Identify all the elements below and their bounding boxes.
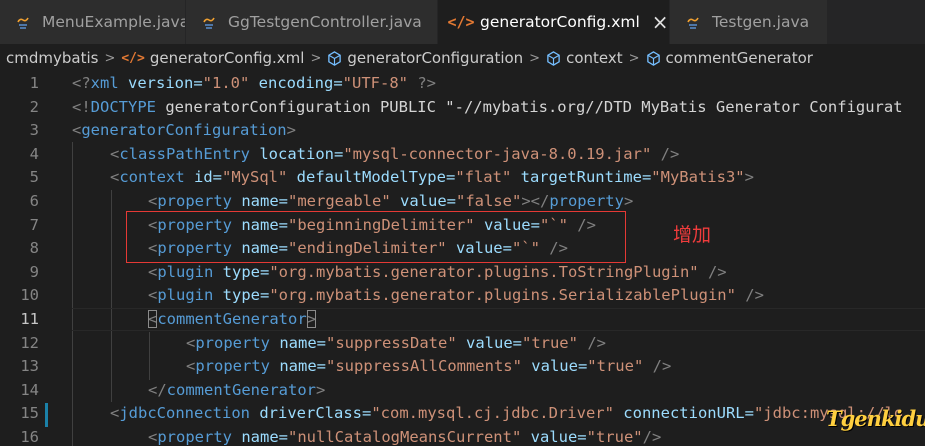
line-number: 9 bbox=[29, 262, 39, 281]
java-file-icon bbox=[198, 11, 220, 33]
tab-label: Testgen.java bbox=[712, 13, 810, 31]
code-text: <commentGenerator> bbox=[148, 310, 316, 328]
tab-label: MenuExample.java bbox=[42, 13, 186, 31]
editor-tab-bar: MenuExample.java GgTestgenController.jav… bbox=[0, 0, 925, 44]
chevron-right-icon: > bbox=[628, 50, 640, 66]
code-line: 1 <?xml version="1.0" encoding="UTF-8" ?… bbox=[0, 72, 925, 96]
line-number: 5 bbox=[29, 168, 39, 187]
breadcrumb-element[interactable]: commentGenerator bbox=[646, 49, 813, 67]
line-number: 6 bbox=[29, 192, 39, 210]
code-text: <generatorConfiguration> bbox=[72, 121, 296, 140]
xml-file-icon: </> bbox=[447, 13, 475, 31]
tab-testgen[interactable]: Testgen.java bbox=[670, 0, 828, 44]
code-line: 10 <plugin type="org.mybatis.generator.p… bbox=[0, 284, 925, 308]
line-number: 4 bbox=[29, 144, 39, 163]
watermark-logo: Tgenkidu bbox=[826, 406, 925, 431]
breadcrumb-folder[interactable]: cmdmybatis bbox=[6, 49, 98, 67]
code-text: <plugin type="org.mybatis.generator.plug… bbox=[148, 286, 764, 305]
chevron-right-icon: > bbox=[104, 50, 116, 66]
code-line: 15 <jdbcConnection driverClass="com.mysq… bbox=[0, 402, 925, 426]
line-number: 16 bbox=[20, 428, 39, 446]
symbol-element-icon bbox=[646, 50, 661, 66]
annotation-highlight-box bbox=[126, 211, 626, 263]
code-text: <jdbcConnection driverClass="com.mysql.c… bbox=[110, 404, 904, 423]
line-number: 12 bbox=[20, 333, 39, 352]
annotation-label: 增加 bbox=[673, 224, 712, 246]
code-text: <!DOCTYPE generatorConfiguration PUBLIC … bbox=[72, 97, 903, 116]
code-line: 2 <!DOCTYPE generatorConfiguration PUBLI… bbox=[0, 96, 925, 120]
code-line: 9 <plugin type="org.mybatis.generator.pl… bbox=[0, 261, 925, 285]
code-line: 3 <generatorConfiguration> bbox=[0, 119, 925, 143]
code-text: <classPathEntry location="mysql-connecto… bbox=[110, 144, 680, 163]
line-number: 7 bbox=[29, 215, 39, 234]
line-number: 2 bbox=[29, 97, 39, 116]
line-number: 15 bbox=[20, 404, 39, 423]
code-line: 11 <commentGenerator> bbox=[0, 308, 925, 332]
line-number: 14 bbox=[20, 380, 39, 399]
tab-ggtestgencontroller[interactable]: GgTestgenController.java bbox=[186, 0, 438, 44]
tab-label: GgTestgenController.java bbox=[228, 13, 422, 31]
xml-file-icon: </> bbox=[121, 50, 145, 66]
line-number: 3 bbox=[29, 121, 39, 140]
code-line: 12 <property name="suppressDate" value="… bbox=[0, 332, 925, 356]
code-text: <?xml version="1.0" encoding="UTF-8" ?> bbox=[72, 74, 436, 92]
chevron-right-icon: > bbox=[310, 50, 322, 66]
tab-label: generatorConfig.xml bbox=[480, 13, 640, 31]
code-text: <context id="MySql" defaultModelType="fl… bbox=[110, 168, 754, 187]
bracket-match: > bbox=[306, 310, 316, 328]
line-number: 8 bbox=[29, 239, 39, 258]
breadcrumb: cmdmybatis > </> generatorConfig.xml > g… bbox=[0, 44, 925, 72]
code-line: 14 </commentGenerator> bbox=[0, 379, 925, 403]
line-number: 13 bbox=[20, 357, 39, 376]
breadcrumb-element[interactable]: context bbox=[546, 49, 623, 67]
tab-generatorconfig[interactable]: </> generatorConfig.xml × bbox=[438, 0, 670, 44]
line-number: 1 bbox=[29, 74, 39, 92]
chevron-right-icon: > bbox=[529, 50, 541, 66]
code-text: <plugin type="org.mybatis.generator.plug… bbox=[148, 262, 727, 281]
tab-menuexample[interactable]: MenuExample.java bbox=[0, 0, 186, 44]
code-line: 13 <property name="suppressAllComments" … bbox=[0, 355, 925, 379]
code-line: 16 <property name="nullCatalogMeansCurre… bbox=[0, 426, 925, 446]
line-number: 10 bbox=[20, 286, 39, 305]
code-line: 4 <classPathEntry location="mysql-connec… bbox=[0, 143, 925, 167]
bracket-match: < bbox=[148, 310, 158, 328]
java-file-icon bbox=[12, 11, 34, 33]
code-text: <property name="suppressDate" value="tru… bbox=[186, 333, 606, 352]
symbol-element-icon bbox=[546, 50, 561, 66]
code-text: <property name="nullCatalogMeansCurrent"… bbox=[148, 428, 662, 446]
line-number: 11 bbox=[20, 310, 39, 328]
symbol-element-icon bbox=[327, 50, 342, 66]
close-icon[interactable]: × bbox=[652, 12, 669, 32]
breadcrumb-element[interactable]: generatorConfiguration bbox=[327, 49, 523, 67]
java-file-icon bbox=[682, 11, 704, 33]
breadcrumb-file[interactable]: </> generatorConfig.xml bbox=[121, 49, 304, 67]
code-text: <property name="suppressAllComments" val… bbox=[186, 357, 672, 376]
code-line: 5 <context id="MySql" defaultModelType="… bbox=[0, 166, 925, 190]
code-text: </commentGenerator> bbox=[148, 380, 326, 399]
